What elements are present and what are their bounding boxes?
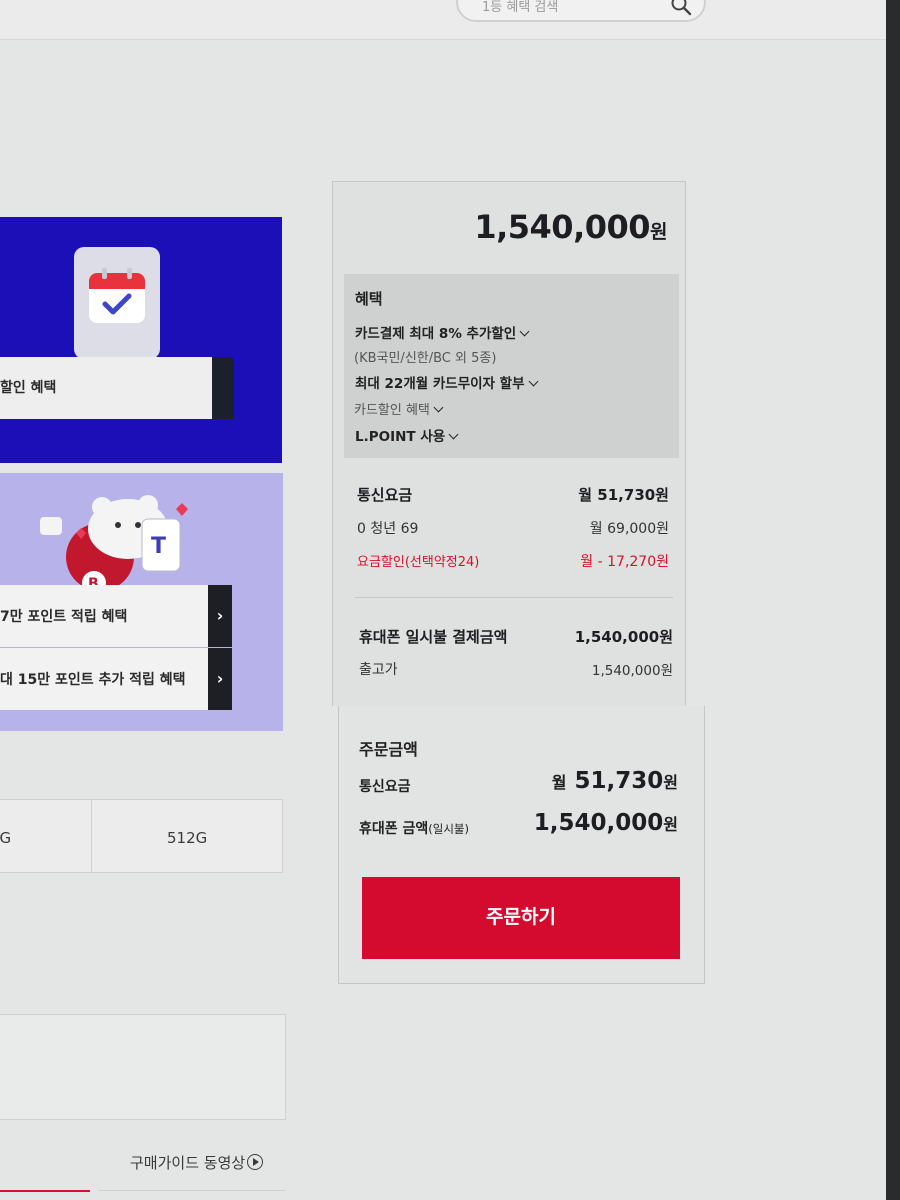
promo-banner-card-discount[interactable]: 할인 혜택 (0, 217, 282, 463)
order-device-label-text: 휴대폰 금액 (359, 821, 429, 837)
release-price-value: 1,540,000원 (591, 663, 673, 679)
benefit-card-benefit-label: 카드할인 혜택 (354, 403, 430, 418)
promo-row-extra-points[interactable]: 대 15만 포인트 추가 적립 혜택 › (0, 648, 232, 710)
promo-row-text: 대 15만 포인트 추가 적립 혜택 (0, 672, 186, 688)
telecom-fee-value: 월 51,730원 (578, 486, 669, 504)
plan-discount-value: 월 - 17,270원 (580, 554, 669, 570)
search-placeholder: 1등 혜택 검색 (482, 0, 559, 15)
plan-discount-label: 요금할인(선택약정24) (357, 555, 480, 570)
chevron-right-icon[interactable]: › (208, 648, 232, 710)
telecom-fee-label: 통신요금 (357, 486, 413, 504)
device-payment-label: 휴대폰 일시불 결제금액 (359, 628, 508, 646)
benefit-installment[interactable]: 최대 22개월 카드무이자 할부 (355, 372, 538, 392)
benefit-lpoint[interactable]: L.POINT 사용 (355, 425, 459, 445)
plan-name: 0 청년 69 (357, 521, 419, 537)
mascot-badge-t: T (151, 534, 166, 559)
order-total-section: 주문금액 통신요금 월 51,730원 휴대폰 금액(일시불) 1,540,00… (338, 706, 705, 984)
content-box (0, 1014, 286, 1120)
benefit-card-discount-label: 카드결제 최대 8% 추가할인 (355, 326, 517, 342)
release-price-label: 출고가 (359, 662, 398, 678)
promo-strip[interactable]: 할인 혜택 (0, 357, 234, 419)
promo-strip-text: 할인 혜택 (0, 380, 57, 396)
search-icon[interactable] (670, 0, 692, 16)
search-box[interactable]: 1등 혜택 검색 (456, 0, 706, 22)
device-payment-value: 1,540,000원 (574, 628, 673, 646)
promo-row-points[interactable]: 7만 포인트 적립 혜택 › (0, 585, 232, 647)
bottom-tab-active[interactable] (0, 1190, 90, 1200)
order-device-unit: 원 (663, 815, 678, 834)
chevron-down-icon (448, 429, 459, 440)
order-device-label: 휴대폰 금액(일시불) (359, 818, 469, 838)
order-telecom-label: 통신요금 (359, 779, 411, 795)
benefit-installment-label: 최대 22개월 카드무이자 할부 (355, 376, 525, 392)
order-telecom-amount: 51,730 (574, 768, 664, 794)
top-header (0, 0, 900, 40)
device-price-unit: 원 (650, 221, 667, 243)
order-button[interactable]: 주문하기 (362, 877, 680, 959)
bottom-tab[interactable] (98, 1190, 286, 1200)
calendar-card (74, 247, 160, 359)
plan-price: 월 69,000원 (589, 521, 669, 537)
storage-option-label: 512G (167, 829, 208, 847)
storage-option-512g[interactable]: 512G (91, 799, 283, 873)
calendar-check-icon (89, 268, 145, 323)
promo-banner-points: B T 7만 포인트 적립 혜택 › 대 15만 포인트 추가 적립 혜택 › (0, 473, 283, 731)
mascot-illustration: B T (40, 495, 198, 595)
order-telecom-prefix: 월 (551, 773, 567, 792)
promo-row-text: 7만 포인트 적립 혜택 (0, 609, 128, 625)
section-divider (355, 597, 673, 598)
chevron-down-icon (519, 326, 530, 337)
order-amount-title: 주문금액 (359, 740, 418, 759)
chevron-down-icon (528, 376, 538, 387)
order-summary-panel: 1,540,000원 혜택 카드결제 최대 8% 추가할인 (KB국민/신한/B… (332, 181, 686, 706)
order-device-value: 1,540,000원 (534, 810, 678, 836)
benefits-box: 혜택 카드결제 최대 8% 추가할인 (KB국민/신한/BC 외 5종) 최대 … (344, 274, 679, 458)
play-circle-icon (247, 1154, 264, 1170)
benefits-title: 혜택 (355, 290, 383, 308)
chevron-down-icon (433, 402, 444, 413)
guide-link-text: 구매가이드 동영상 (130, 1154, 246, 1172)
order-device-amount: 1,540,000 (533, 810, 664, 836)
order-telecom-value: 월 51,730원 (552, 768, 678, 794)
benefit-card-discount[interactable]: 카드결제 최대 8% 추가할인 (355, 322, 530, 342)
benefit-lpoint-label: L.POINT 사용 (355, 429, 446, 445)
storage-option-label: 5G (0, 829, 12, 847)
screen-bezel (886, 0, 900, 1200)
benefit-card-list: (KB국민/신한/BC 외 5종) (354, 351, 497, 366)
order-device-label-note: (일시불) (428, 822, 469, 836)
purchase-guide-video-link[interactable]: 구매가이드 동영상 (130, 1152, 264, 1173)
device-price: 1,540,000원 (474, 208, 667, 246)
device-price-value: 1,540,000 (474, 208, 651, 246)
benefit-card-benefit[interactable]: 카드할인 혜택 (354, 399, 444, 418)
storage-option-left[interactable]: 5G (0, 799, 92, 873)
order-telecom-unit: 원 (663, 773, 678, 792)
chevron-right-icon[interactable]: › (208, 585, 232, 647)
